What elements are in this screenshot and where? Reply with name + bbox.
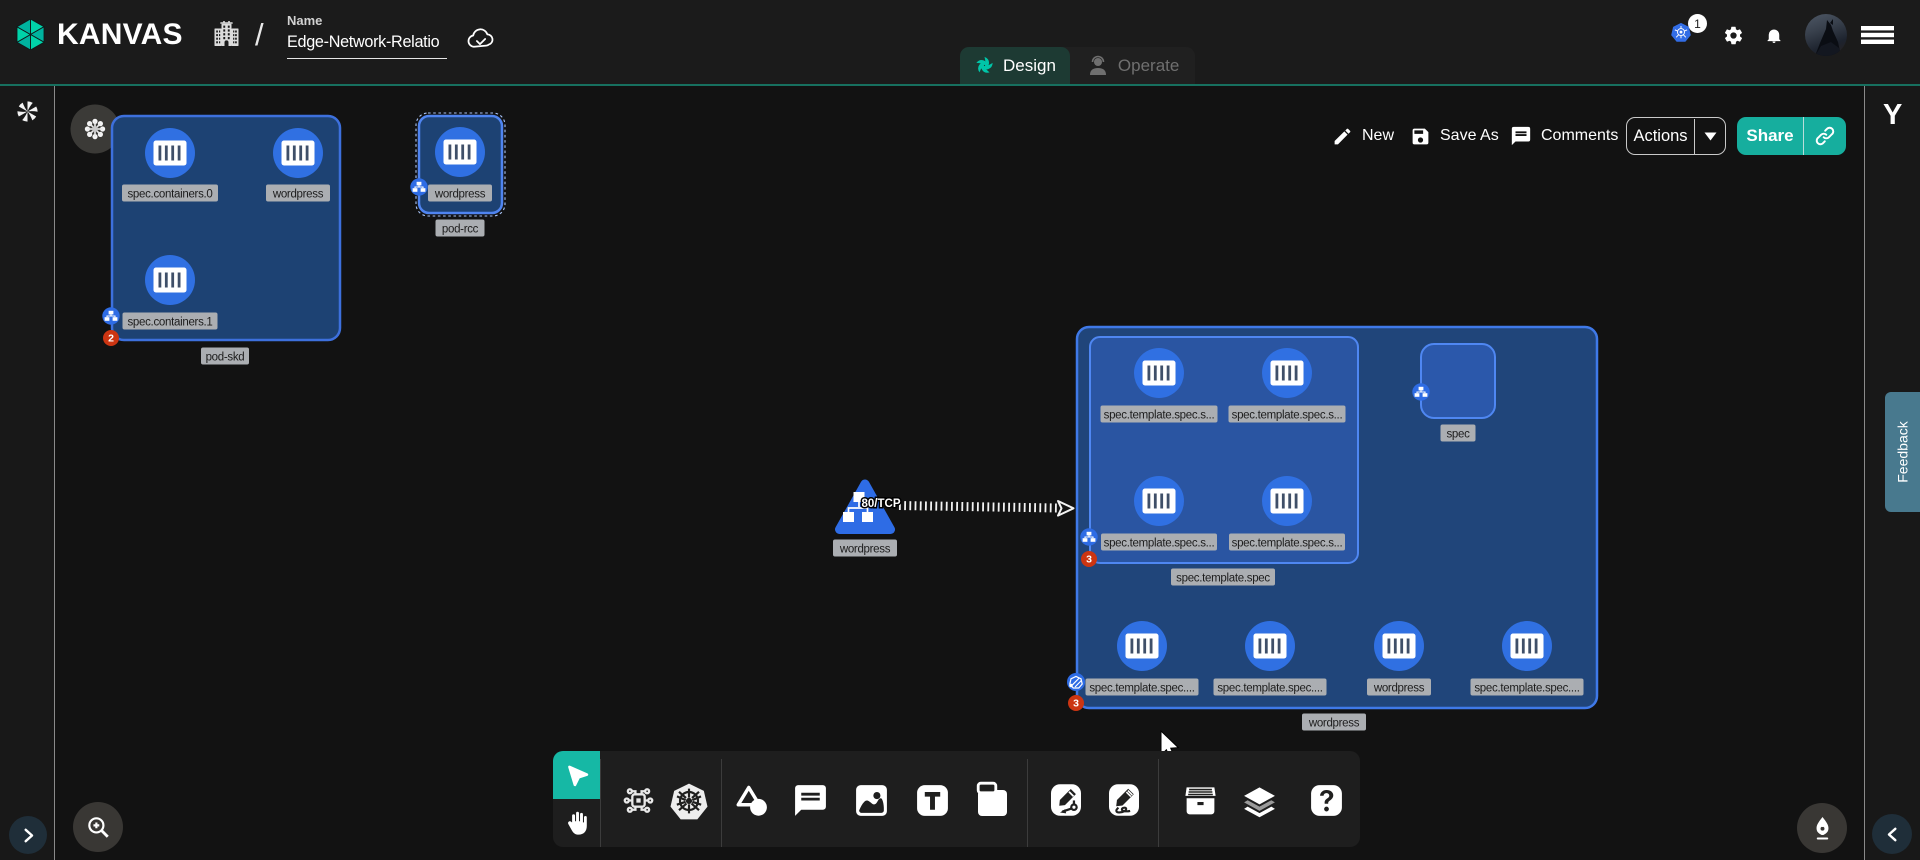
svg-text:3: 3: [1086, 554, 1092, 566]
svg-text:pod-rcc: pod-rcc: [442, 223, 479, 235]
svg-text:spec.template.spec.s...: spec.template.spec.s...: [1232, 409, 1343, 421]
svg-text:spec.containers.1: spec.containers.1: [127, 316, 212, 328]
svg-text:wordpress: wordpress: [1308, 717, 1360, 729]
svg-text:spec.containers.0: spec.containers.0: [127, 188, 212, 200]
svg-text:pod-skd: pod-skd: [206, 351, 245, 363]
svg-text:spec.template.spec.s...: spec.template.spec.s...: [1232, 537, 1343, 549]
svg-text:spec: spec: [1446, 428, 1470, 440]
svg-text:spec.template.spec.s...: spec.template.spec.s...: [1104, 537, 1215, 549]
svg-text:3: 3: [1073, 698, 1079, 710]
svg-text:spec.template.spec....: spec.template.spec....: [1217, 682, 1322, 694]
svg-text:2: 2: [108, 333, 114, 345]
svg-text:wordpress: wordpress: [839, 543, 891, 555]
svg-text:wordpress: wordpress: [1373, 682, 1425, 694]
svg-text:spec.template.spec.s...: spec.template.spec.s...: [1104, 409, 1215, 421]
svg-text:spec.template.spec: spec.template.spec: [1176, 572, 1270, 584]
svg-text:wordpress: wordpress: [272, 188, 324, 200]
svg-text:spec.template.spec....: spec.template.spec....: [1089, 682, 1194, 694]
svg-text:spec.template.spec....: spec.template.spec....: [1474, 682, 1579, 694]
svg-text:80/TCP: 80/TCP: [862, 498, 901, 510]
svg-text:wordpress: wordpress: [434, 188, 486, 200]
